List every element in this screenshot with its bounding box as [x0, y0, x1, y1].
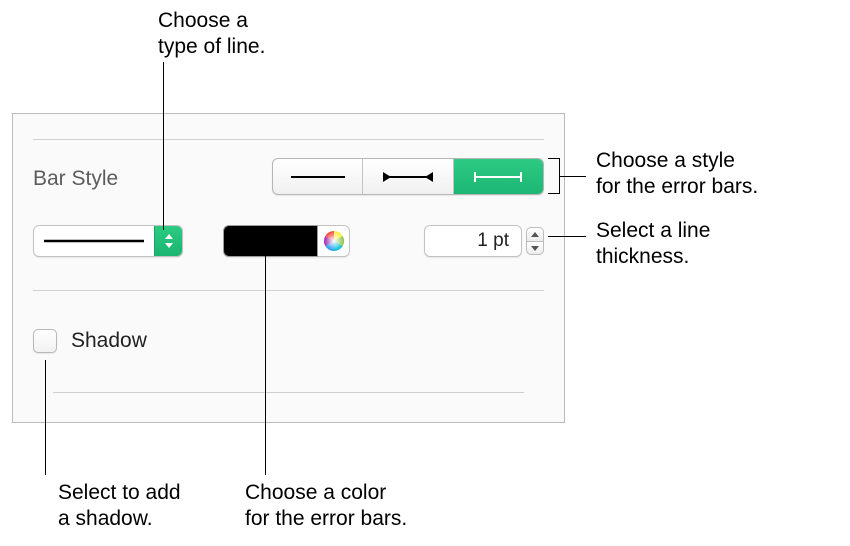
- chevron-up-icon: [531, 232, 539, 238]
- line-type-dropdown[interactable]: [33, 225, 183, 257]
- color-wheel-icon: [323, 230, 345, 252]
- shadow-checkbox[interactable]: [33, 329, 57, 353]
- bar-style-bowtie-segment[interactable]: [363, 159, 453, 194]
- thickness-stepper: 1 pt: [424, 225, 544, 257]
- color-wheel-button[interactable]: [318, 225, 350, 257]
- divider: [53, 392, 524, 393]
- dropdown-knob: [154, 226, 182, 256]
- callout-color: Choose a color for the error bars.: [245, 480, 407, 533]
- chevron-down-icon: [531, 245, 539, 251]
- callout-line-type: Choose a type of line.: [158, 8, 265, 61]
- callout-leader: [45, 360, 46, 475]
- shadow-row: Shadow: [33, 329, 147, 353]
- color-well[interactable]: [223, 225, 318, 257]
- divider: [33, 139, 544, 140]
- bar-style-capped-segment[interactable]: [454, 159, 543, 194]
- shadow-label: Shadow: [71, 329, 147, 353]
- callout-leader: [163, 62, 164, 230]
- thickness-field[interactable]: 1 pt: [424, 225, 522, 257]
- divider: [33, 290, 544, 291]
- callout-bar-style: Choose a style for the error bars.: [596, 148, 758, 201]
- line-controls-row: 1 pt: [33, 220, 544, 262]
- color-picker-group: [223, 225, 350, 257]
- thickness-step-down[interactable]: [526, 241, 544, 255]
- callout-leader: [548, 236, 586, 237]
- bar-style-heading: Bar Style: [33, 167, 118, 191]
- error-bar-style-segmented[interactable]: [272, 158, 544, 195]
- line-type-preview: [34, 237, 154, 245]
- callout-thickness: Select a line thickness.: [596, 218, 710, 271]
- callout-leader: [560, 176, 586, 177]
- callout-bracket: [548, 158, 560, 194]
- bar-style-line-segment[interactable]: [273, 159, 363, 194]
- thickness-stepper-arrows: [526, 227, 544, 255]
- callout-leader: [265, 252, 266, 475]
- thickness-step-up[interactable]: [526, 227, 544, 241]
- callout-shadow: Select to add a shadow.: [58, 480, 181, 533]
- bar-style-panel: Bar Style: [12, 113, 565, 423]
